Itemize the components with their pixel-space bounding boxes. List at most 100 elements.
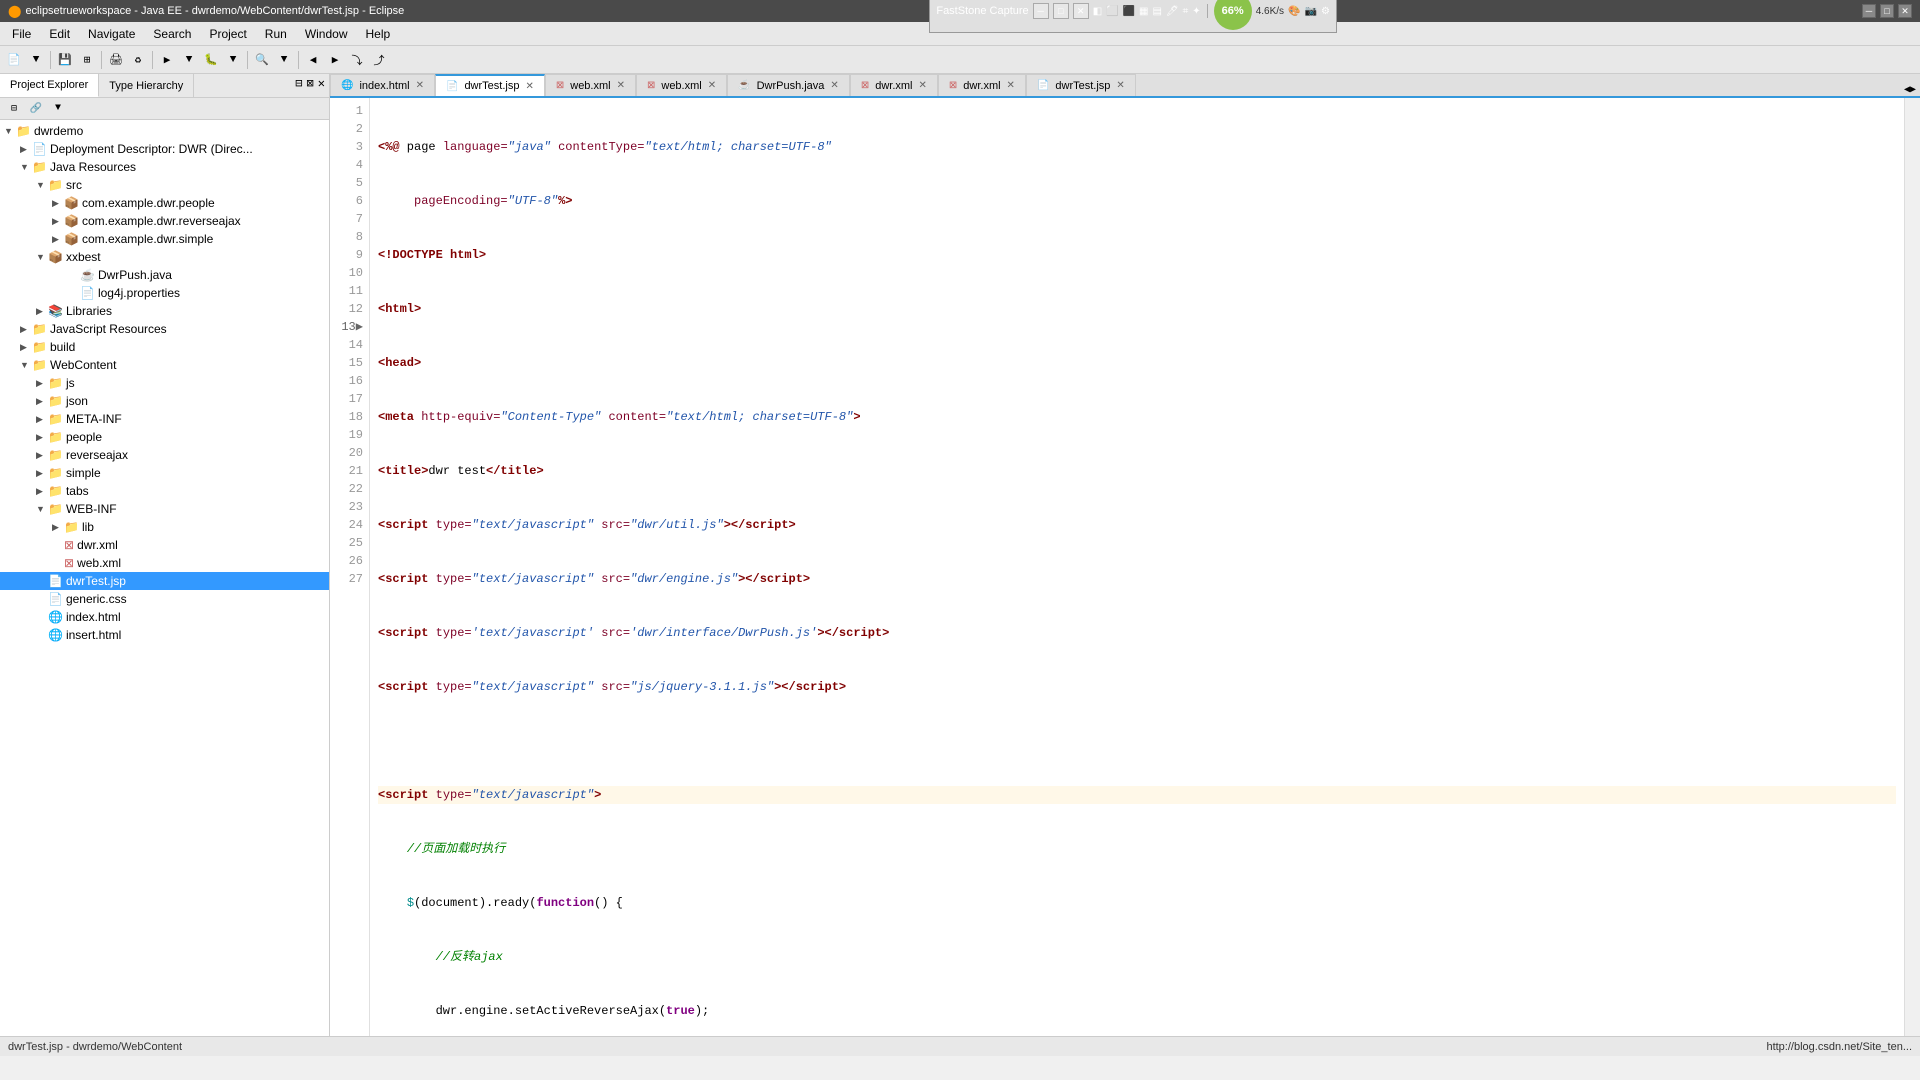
tb-save[interactable]: 💾 — [55, 50, 75, 70]
menu-edit[interactable]: Edit — [41, 25, 78, 43]
menu-project[interactable]: Project — [201, 25, 254, 43]
tb-new[interactable]: 📄 — [4, 50, 24, 70]
sidebar-maximize-icon[interactable]: ⊠ — [307, 76, 314, 95]
tree-insert-html[interactable]: 🌐 insert.html — [0, 626, 329, 644]
fs-tool-5[interactable]: ▤ — [1153, 6, 1162, 17]
tb-back[interactable]: ◀ — [303, 50, 323, 70]
tab-close-web-xml-1[interactable]: ✕ — [617, 80, 625, 91]
tb-debug-dd[interactable]: ▼ — [223, 50, 243, 70]
tab-scroll-right[interactable]: ▶ — [1910, 84, 1916, 96]
st-menu[interactable]: ▼ — [48, 99, 68, 119]
tree-meta-inf[interactable]: ▶ 📁 META-INF — [0, 410, 329, 428]
st-link[interactable]: 🔗 — [26, 99, 46, 119]
tree-xxbest[interactable]: ▼ 📦 xxbest — [0, 248, 329, 266]
tb-search[interactable]: 🔍 — [252, 50, 272, 70]
tree-src[interactable]: ▼ 📁 src — [0, 176, 329, 194]
tree-generic-css[interactable]: 📄 generic.css — [0, 590, 329, 608]
fs-extra-3[interactable]: ⚙ — [1321, 6, 1330, 17]
fs-tool-1[interactable]: ◧ — [1093, 6, 1102, 17]
minimize-btn[interactable]: ─ — [1862, 4, 1876, 18]
tab-dwrtest-jsp[interactable]: 📄 dwrTest.jsp ✕ — [435, 74, 545, 96]
label-insert-html: insert.html — [66, 628, 121, 642]
fs-tool-4[interactable]: ▦ — [1139, 6, 1148, 17]
sidebar-close-icon[interactable]: ✕ — [318, 76, 325, 95]
tb-debug[interactable]: 🐛 — [201, 50, 221, 70]
fs-tool-2[interactable]: ⬜ — [1106, 6, 1118, 17]
faststone-max[interactable]: □ — [1053, 3, 1069, 19]
tb-prev-ann[interactable]: ⤴ — [369, 50, 389, 70]
fs-extra-2[interactable]: 📷 — [1305, 6, 1317, 17]
tree-simple[interactable]: ▶ 📁 simple — [0, 464, 329, 482]
tab-close-dwr-xml-1[interactable]: ✕ — [918, 80, 926, 91]
tab-close-dwrtest[interactable]: ✕ — [525, 81, 533, 92]
tb-forward[interactable]: ▶ — [325, 50, 345, 70]
close-btn[interactable]: ✕ — [1898, 4, 1912, 18]
tb-refactor[interactable]: ♻ — [128, 50, 148, 70]
tree-pkg-simple[interactable]: ▶ 📦 com.example.dwr.simple — [0, 230, 329, 248]
tree-dwr-xml-1[interactable]: ⊠ dwr.xml — [0, 536, 329, 554]
tree-dwrpush-java[interactable]: ☕ DwrPush.java — [0, 266, 329, 284]
tree-dwrdemo[interactable]: ▼ 📁 dwrdemo — [0, 122, 329, 140]
tab-web-xml-1[interactable]: ⊠ web.xml ✕ — [545, 74, 636, 96]
tree-js[interactable]: ▶ 📁 js — [0, 374, 329, 392]
tab-dwr-xml-2[interactable]: ⊠ dwr.xml ✕ — [938, 74, 1026, 96]
tree-deployment[interactable]: ▶ 📄 Deployment Descriptor: DWR (Direc... — [0, 140, 329, 158]
tree-lib[interactable]: ▶ 📁 lib — [0, 518, 329, 536]
faststone-min[interactable]: ─ — [1033, 3, 1049, 19]
tb-next-ann[interactable]: ⤵ — [347, 50, 367, 70]
sidebar-tab-type-hierarchy[interactable]: Type Hierarchy — [99, 74, 194, 97]
fs-extra-1[interactable]: 🎨 — [1288, 6, 1300, 17]
tb-run[interactable]: ▶ — [157, 50, 177, 70]
tb-search-dd[interactable]: ▼ — [274, 50, 294, 70]
tree-java-res[interactable]: ▼ 📁 Java Resources — [0, 158, 329, 176]
faststone-close[interactable]: ✕ — [1073, 3, 1089, 19]
menu-run[interactable]: Run — [257, 25, 295, 43]
tree-index-html[interactable]: 🌐 index.html — [0, 608, 329, 626]
tree-reverseajax[interactable]: ▶ 📁 reverseajax — [0, 446, 329, 464]
tree-build[interactable]: ▶ 📁 build — [0, 338, 329, 356]
tb-save-all[interactable]: ⊞ — [77, 50, 97, 70]
tab-dwr-xml-1[interactable]: ⊠ dwr.xml ✕ — [850, 74, 938, 96]
tree-tabs[interactable]: ▶ 📁 tabs — [0, 482, 329, 500]
tab-index-html[interactable]: 🌐 index.html ✕ — [330, 74, 435, 96]
tree-pkg-reverseajax[interactable]: ▶ 📦 com.example.dwr.reverseajax — [0, 212, 329, 230]
menu-search[interactable]: Search — [145, 25, 199, 43]
fs-tool-6[interactable]: 🖊 — [1166, 6, 1179, 17]
tree-json[interactable]: ▶ 📁 json — [0, 392, 329, 410]
tree-libraries[interactable]: ▶ 📚 Libraries — [0, 302, 329, 320]
tab-close-dwrtest-2[interactable]: ✕ — [1116, 80, 1124, 91]
tree-people[interactable]: ▶ 📁 people — [0, 428, 329, 446]
sidebar-tab-project-explorer[interactable]: Project Explorer — [0, 74, 99, 97]
sidebar-tab-icons: ⊟ ⊠ ✕ — [291, 74, 329, 97]
tree-js-res[interactable]: ▶ 📁 JavaScript Resources — [0, 320, 329, 338]
fs-tool-3[interactable]: ⬛ — [1123, 6, 1135, 17]
tab-dwrpush-java[interactable]: ☕ DwrPush.java ✕ — [727, 74, 850, 96]
tab-close-dwrpush[interactable]: ✕ — [830, 80, 838, 91]
tree-web-xml-1[interactable]: ⊠ web.xml — [0, 554, 329, 572]
tb-dropdown[interactable]: ▼ — [26, 50, 46, 70]
tab-close-dwr-xml-2[interactable]: ✕ — [1007, 80, 1015, 91]
tab-close-index[interactable]: ✕ — [416, 80, 424, 91]
tree-web-inf[interactable]: ▼ 📁 WEB-INF — [0, 500, 329, 518]
fs-tool-8[interactable]: ✦ — [1192, 6, 1200, 17]
tb-run-dd[interactable]: ▼ — [179, 50, 199, 70]
right-scrollbar[interactable] — [1904, 98, 1920, 1036]
tree-dwrtest-jsp[interactable]: 📄 dwrTest.jsp — [0, 572, 329, 590]
st-collapse[interactable]: ⊟ — [4, 99, 24, 119]
tab-close-web-xml-2[interactable]: ✕ — [708, 80, 716, 91]
maximize-btn[interactable]: □ — [1880, 4, 1894, 18]
tree-webcontent[interactable]: ▼ 📁 WebContent — [0, 356, 329, 374]
sidebar-minimize-icon[interactable]: ⊟ — [295, 76, 302, 95]
menu-file[interactable]: File — [4, 25, 39, 43]
code-view[interactable]: <%@ page language="java" contentType="te… — [370, 98, 1904, 1036]
label-dwrdemo: dwrdemo — [34, 124, 83, 138]
tab-dwrtest-jsp-2[interactable]: 📄 dwrTest.jsp ✕ — [1026, 74, 1136, 96]
tree-pkg-people[interactable]: ▶ 📦 com.example.dwr.people — [0, 194, 329, 212]
tb-print[interactable]: 🖨 — [106, 50, 126, 70]
fs-tool-7[interactable]: ⌗ — [1183, 6, 1189, 17]
menu-help[interactable]: Help — [358, 25, 399, 43]
tree-log4j[interactable]: 📄 log4j.properties — [0, 284, 329, 302]
tab-web-xml-2[interactable]: ⊠ web.xml ✕ — [636, 74, 727, 96]
menu-navigate[interactable]: Navigate — [80, 25, 143, 43]
menu-window[interactable]: Window — [297, 25, 356, 43]
